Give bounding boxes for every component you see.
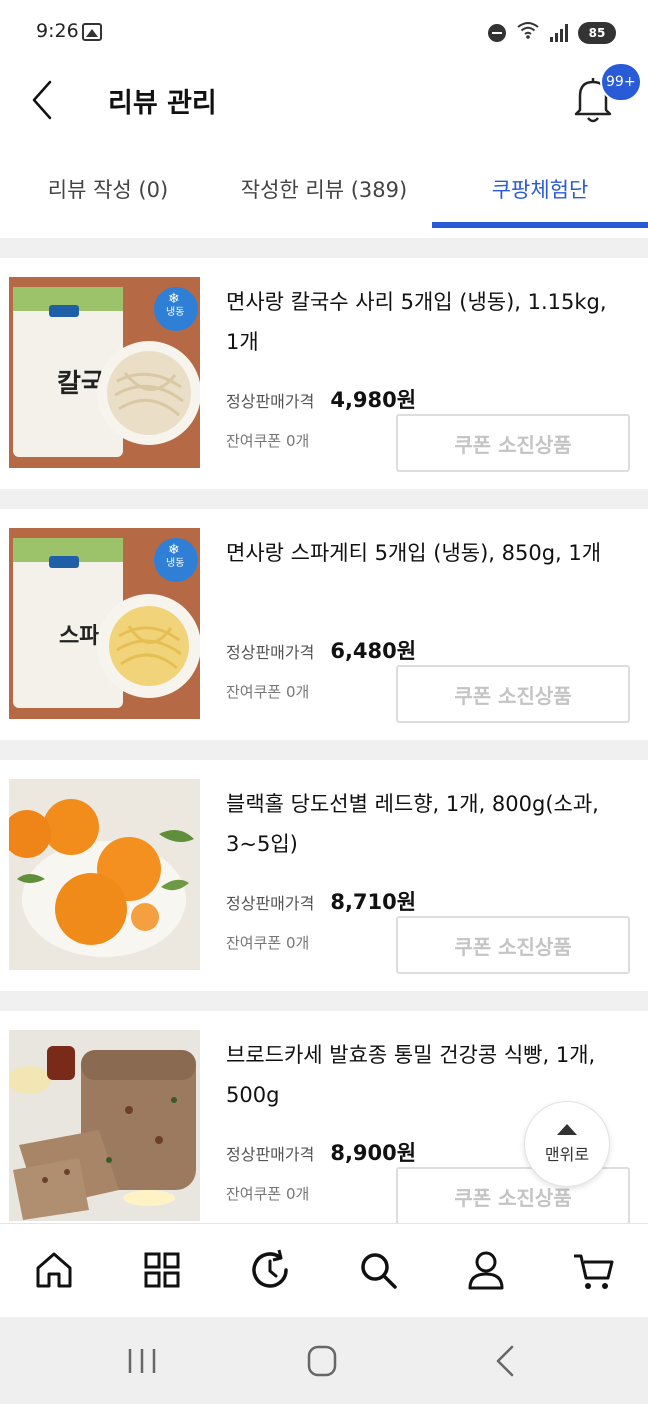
chevron-left-icon	[32, 80, 52, 120]
do-not-disturb-icon	[488, 23, 506, 42]
product-image-bread[interactable]	[9, 1030, 200, 1221]
recent-apps-button[interactable]	[122, 1343, 162, 1379]
svg-text:❄: ❄	[168, 291, 180, 307]
status-time: 9:26	[36, 20, 79, 42]
coupon-remaining: 잔여쿠폰 0개	[226, 1185, 310, 1203]
system-nav-bar	[0, 1317, 648, 1404]
nav-search[interactable]	[354, 1246, 402, 1294]
product-name[interactable]: 면사랑 스파게티 5개입 (냉동), 850g, 1개	[226, 533, 626, 573]
product-card[interactable]: 블랙홀 당도선별 레드향, 1개, 800g(소과, 3~5입) 정상판매가격 …	[0, 760, 648, 991]
gallery-icon	[82, 23, 102, 41]
bottom-nav	[0, 1223, 648, 1317]
home-icon	[36, 1252, 72, 1288]
product-image-kalguksu[interactable]: 칼국수 냉동 ❄	[9, 277, 200, 468]
notification-badge: 99+	[600, 62, 642, 102]
product-image-redhyang[interactable]	[9, 779, 200, 970]
product-card[interactable]: 칼국수 냉동 ❄ 면사랑 칼국수 사리 5개입 (냉동), 1.15kg, 1개…	[0, 258, 648, 489]
product-price: 8,710원	[330, 890, 417, 914]
coupon-soldout-button[interactable]: 쿠폰 소진상품	[396, 665, 630, 723]
product-price: 6,480원	[330, 639, 417, 663]
coupon-remaining: 잔여쿠폰 0개	[226, 432, 310, 450]
price-row: 정상판매가격 4,980원	[226, 384, 416, 414]
product-list[interactable]: 칼국수 냉동 ❄ 면사랑 칼국수 사리 5개입 (냉동), 1.15kg, 1개…	[0, 238, 648, 1223]
arrow-up-icon	[557, 1123, 577, 1135]
recent-icon	[252, 1249, 288, 1288]
price-label: 정상판매가격	[226, 643, 315, 662]
price-label: 정상판매가격	[226, 392, 315, 411]
coupon-soldout-button[interactable]: 쿠폰 소진상품	[396, 916, 630, 974]
divider	[0, 489, 648, 509]
back-button[interactable]	[26, 76, 66, 124]
divider	[0, 991, 648, 1011]
cart-icon	[574, 1254, 614, 1289]
divider	[0, 740, 648, 760]
svg-text:❄: ❄	[168, 542, 180, 558]
active-tab-indicator	[432, 222, 648, 228]
back-system-icon	[496, 1345, 514, 1377]
recent-apps-icon	[128, 1349, 156, 1373]
coupon-remaining: 잔여쿠폰 0개	[226, 683, 310, 701]
product-price: 4,980원	[330, 388, 417, 412]
product-name[interactable]: 면사랑 칼국수 사리 5개입 (냉동), 1.15kg, 1개	[226, 282, 626, 362]
price-row: 정상판매가격 8,900원	[226, 1137, 416, 1167]
wifi-icon	[516, 20, 540, 45]
coupon-soldout-button[interactable]: 쿠폰 소진상품	[396, 414, 630, 472]
home-system-button[interactable]	[302, 1343, 342, 1379]
tab-experience-group[interactable]: 쿠팡체험단	[432, 150, 648, 228]
page-title: 리뷰 관리	[108, 88, 217, 119]
price-row: 정상판매가격 6,480원	[226, 635, 416, 665]
price-label: 정상판매가격	[226, 894, 315, 913]
tab-write-review[interactable]: 리뷰 작성 (0)	[0, 150, 216, 228]
nav-category[interactable]	[138, 1246, 186, 1294]
battery-indicator: 85	[578, 21, 616, 44]
back-system-button[interactable]	[486, 1343, 526, 1379]
search-icon	[361, 1253, 397, 1289]
nav-my-page[interactable]	[462, 1246, 510, 1294]
svg-text:냉동: 냉동	[166, 557, 184, 569]
divider	[0, 238, 648, 258]
tab-written-reviews[interactable]: 작성한 리뷰 (389)	[216, 150, 432, 228]
product-price: 8,900원	[330, 1141, 417, 1165]
svg-text:냉동: 냉동	[166, 306, 184, 318]
nav-cart[interactable]	[570, 1246, 618, 1294]
price-row: 정상판매가격 8,710원	[226, 886, 416, 916]
scroll-top-button[interactable]: 맨위로	[524, 1101, 610, 1187]
price-label: 정상판매가격	[226, 1145, 315, 1164]
coupon-remaining: 잔여쿠폰 0개	[226, 934, 310, 952]
home-system-icon	[307, 1345, 337, 1377]
product-name[interactable]: 블랙홀 당도선별 레드향, 1개, 800g(소과, 3~5입)	[226, 784, 626, 864]
product-card[interactable]: 스파게티 냉동 ❄ 면사랑 스파게티 5개입 (냉동), 850g, 1개 정상…	[0, 509, 648, 740]
nav-recent[interactable]	[246, 1246, 294, 1294]
user-icon	[468, 1251, 504, 1290]
product-image-spaghetti[interactable]: 스파게티 냉동 ❄	[9, 528, 200, 719]
review-tabs: 리뷰 작성 (0) 작성한 리뷰 (389) 쿠팡체험단	[0, 150, 648, 228]
scroll-top-label: 맨위로	[544, 1144, 590, 1164]
status-icons: 85	[488, 20, 616, 45]
signal-icon	[550, 23, 568, 42]
status-bar: 9:26 85	[0, 0, 648, 64]
nav-home[interactable]	[30, 1246, 78, 1294]
header: 리뷰 관리 99+	[0, 62, 648, 136]
category-icon	[144, 1252, 180, 1288]
